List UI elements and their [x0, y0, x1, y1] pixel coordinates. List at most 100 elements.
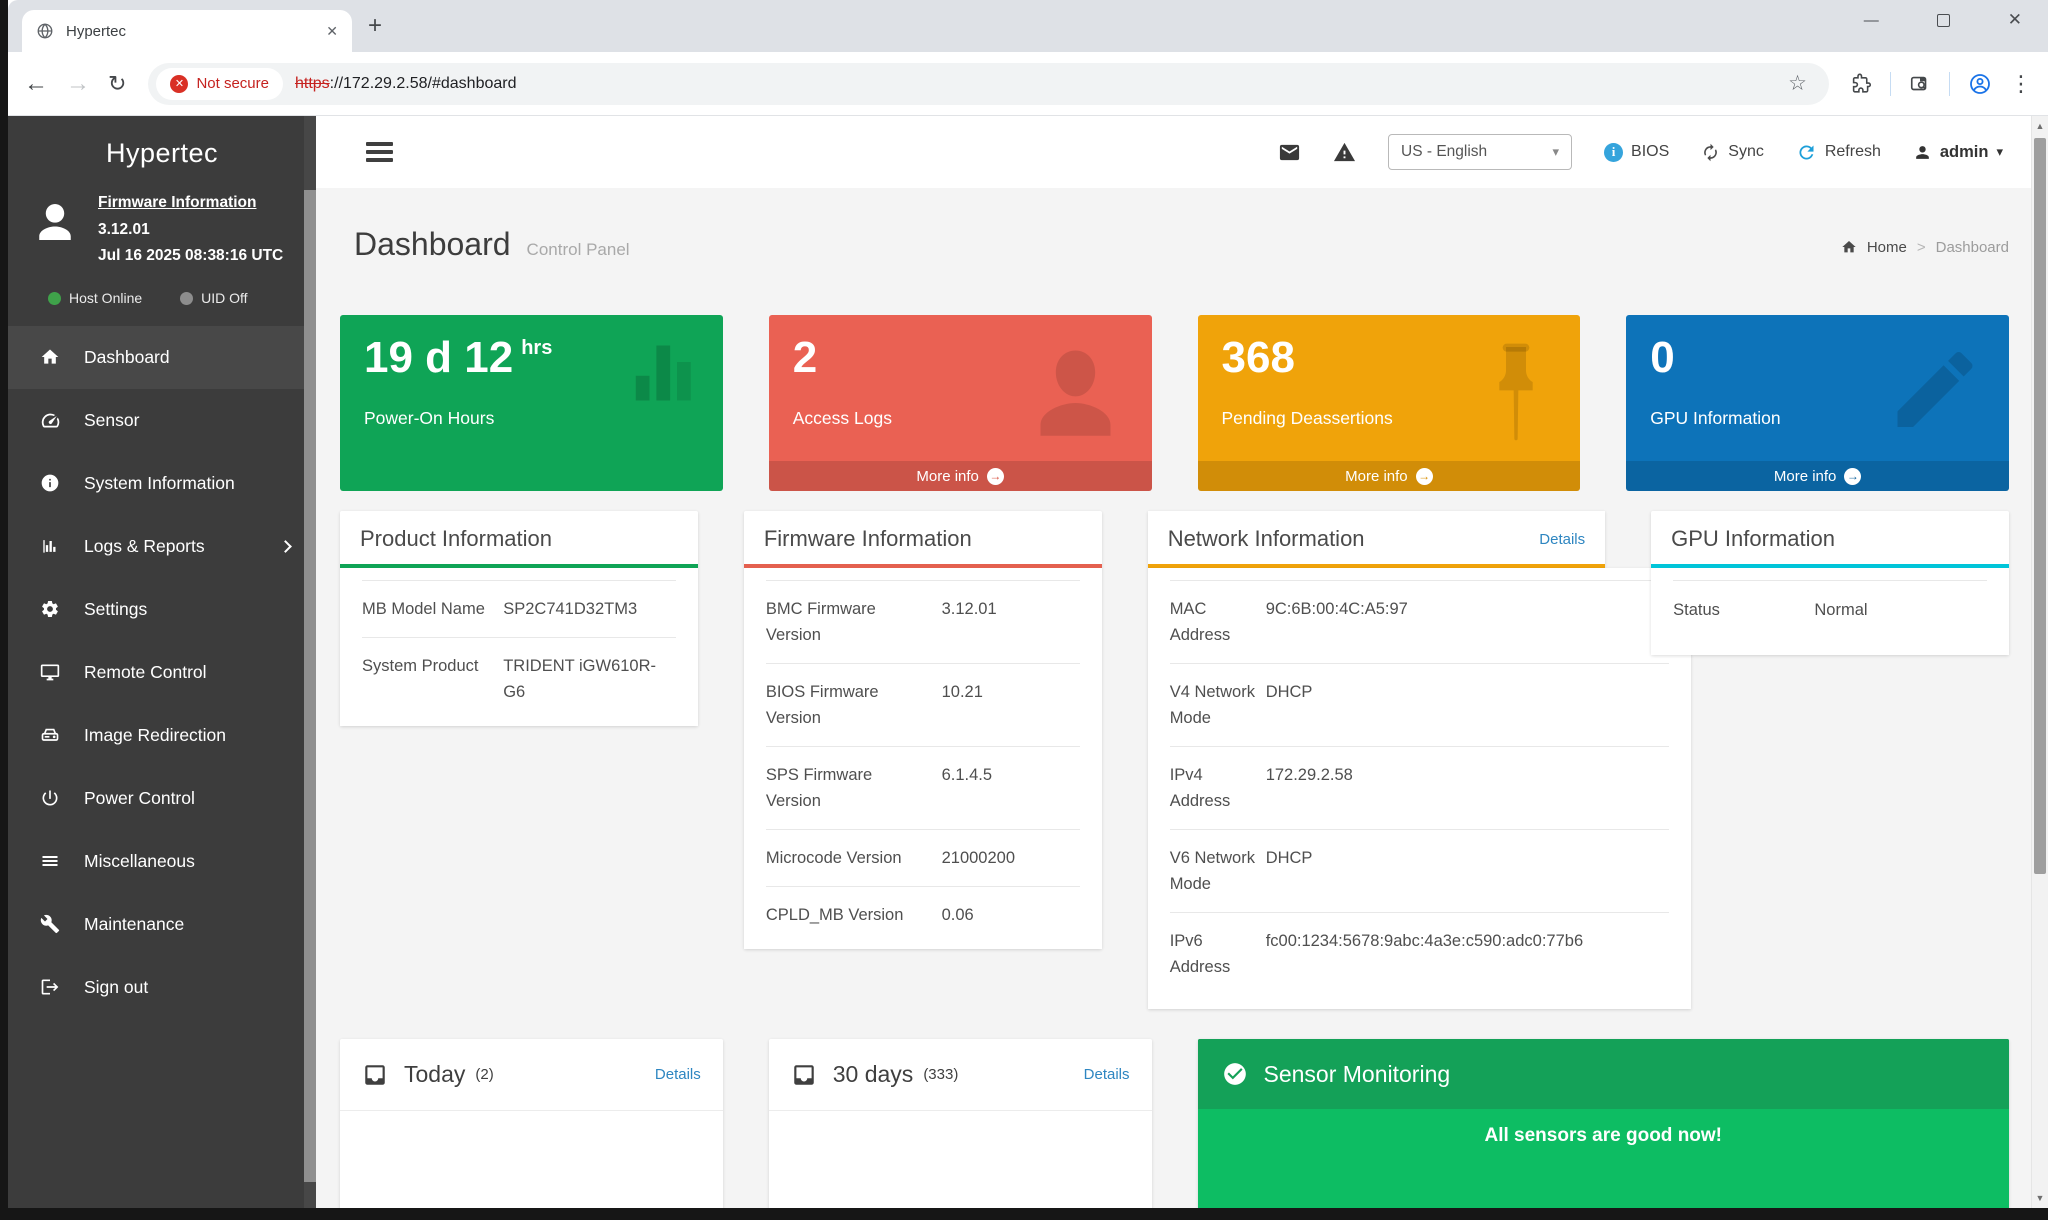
- monitor-icon: [38, 662, 62, 682]
- gpu-more-info[interactable]: More info→: [1626, 461, 2009, 491]
- tab-search-icon[interactable]: [1909, 73, 1931, 95]
- app-topnav: US - English ▾ i BIOS Sync Refresh: [316, 116, 2031, 188]
- bios-info-icon: i: [1604, 143, 1623, 162]
- window-maximize-button[interactable]: [1937, 14, 1950, 27]
- gpu-information-panel: GPU Information StatusNormal: [1651, 511, 2009, 655]
- sidebar-item-image-redirection[interactable]: Image Redirection: [8, 704, 316, 767]
- table-row: V4 Network ModeDHCP: [1170, 664, 1669, 747]
- sidebar-item-sign-out[interactable]: Sign out: [8, 956, 316, 1019]
- not-secure-label: Not secure: [196, 75, 269, 92]
- bar-chart-icon: [38, 536, 62, 556]
- messages-envelope-icon[interactable]: [1278, 141, 1301, 164]
- toolbar-divider: [1890, 72, 1891, 96]
- sensor-monitoring-message: All sensors are good now!: [1198, 1109, 2010, 1147]
- today-title: Today: [404, 1061, 465, 1088]
- bookmark-star-icon[interactable]: ☆: [1788, 71, 1821, 96]
- brand-logo: Hypertec: [8, 116, 316, 169]
- window-minimize-button[interactable]: —: [1864, 12, 1879, 29]
- select-caret-icon: ▾: [1553, 144, 1560, 160]
- firmware-information-panel: Firmware Information BMC Firmware Versio…: [744, 511, 1102, 949]
- table-row: Microcode Version21000200: [766, 830, 1080, 887]
- extensions-icon[interactable]: [1851, 73, 1872, 94]
- not-secure-badge[interactable]: ✕ Not secure: [156, 68, 283, 100]
- uid-off-dot-icon: [180, 292, 193, 305]
- more-info-arrow-icon: →: [987, 468, 1004, 485]
- user-caret-icon: ▾: [1996, 144, 2003, 160]
- sidebar-item-system-information[interactable]: System Information: [8, 452, 316, 515]
- browser-tab[interactable]: Hypertec ✕: [22, 10, 352, 52]
- table-row: StatusNormal: [1673, 581, 1987, 649]
- sidebar-item-maintenance[interactable]: Maintenance: [8, 893, 316, 956]
- forward-button[interactable]: →: [66, 70, 90, 98]
- today-count: (2): [475, 1066, 493, 1083]
- new-tab-button[interactable]: +: [368, 12, 382, 40]
- gauge-icon: [38, 410, 62, 431]
- power-icon: [38, 788, 62, 808]
- bios-button[interactable]: i BIOS: [1604, 143, 1669, 162]
- gear-icon: [38, 599, 62, 619]
- menu-toggle-icon[interactable]: [366, 138, 393, 167]
- sidebar-item-logs-reports[interactable]: Logs & Reports: [8, 515, 316, 578]
- today-events-card: Today (2) Details: [340, 1039, 723, 1208]
- sidebar-scrollbar-thumb[interactable]: [304, 190, 316, 1182]
- back-button[interactable]: ←: [24, 70, 48, 98]
- thirty-days-count: (333): [923, 1066, 958, 1083]
- scrollbar-up-icon[interactable]: ▲: [2032, 121, 2048, 131]
- sidebar-item-dashboard[interactable]: Dashboard: [8, 326, 316, 389]
- network-information-panel: Network Information Details MAC Address9…: [1148, 511, 1605, 1009]
- alerts-warning-icon[interactable]: [1333, 141, 1356, 164]
- info-circle-icon: [38, 473, 62, 493]
- table-row: MAC Address9C:6B:00:4C:A5:97: [1170, 581, 1669, 664]
- thirty-days-events-card: 30 days (333) Details: [769, 1039, 1152, 1208]
- access-logs-more-info[interactable]: More info→: [769, 461, 1152, 491]
- host-status: Host Online: [48, 290, 142, 306]
- table-row: MB Model NameSP2C741D32TM3: [362, 581, 676, 638]
- sidebar-item-settings[interactable]: Settings: [8, 578, 316, 641]
- pending-deassertions-more-info[interactable]: More info→: [1198, 461, 1581, 491]
- thirty-days-details-link[interactable]: Details: [1084, 1066, 1130, 1083]
- breadcrumb-separator: >: [1917, 239, 1926, 256]
- today-details-link[interactable]: Details: [655, 1066, 701, 1083]
- page-scrollbar-thumb[interactable]: [2034, 138, 2046, 874]
- tab-close-icon[interactable]: ✕: [326, 23, 338, 40]
- browser-window: Hypertec ✕ + — ✕ ← → ↻ ✕ Not secure http…: [8, 0, 2048, 1208]
- scrollbar-down-icon[interactable]: ▼: [2032, 1193, 2048, 1203]
- firmware-information-link[interactable]: Firmware Information: [98, 195, 283, 211]
- language-select[interactable]: US - English ▾: [1388, 134, 1572, 170]
- card-pending-deassertions: 368 Pending Deassertions More info→: [1198, 315, 1581, 491]
- sidebar-scrollbar[interactable]: [304, 116, 316, 1208]
- sidebar-item-power-control[interactable]: Power Control: [8, 767, 316, 830]
- browser-tabstrip: Hypertec ✕ + — ✕: [8, 0, 2048, 52]
- sidebar: Hypertec Firmware Information 3.12.01 Ju…: [8, 116, 316, 1208]
- breadcrumb-current: Dashboard: [1936, 239, 2009, 256]
- toolbar-divider: [1949, 72, 1950, 96]
- bar-chart-stat-icon: [633, 337, 699, 409]
- home-icon: [38, 347, 62, 367]
- page-scrollbar[interactable]: ▲ ▼: [2031, 116, 2048, 1208]
- sync-button[interactable]: Sync: [1701, 143, 1764, 162]
- gpu-information-title: GPU Information: [1671, 526, 1835, 552]
- browser-menu-icon[interactable]: ⋮: [2010, 71, 2032, 97]
- window-close-button[interactable]: ✕: [2008, 10, 2022, 30]
- more-info-arrow-icon: →: [1844, 468, 1861, 485]
- table-row: BMC Firmware Version3.12.01: [766, 581, 1080, 664]
- thirty-days-title: 30 days: [833, 1061, 914, 1088]
- network-details-link[interactable]: Details: [1539, 531, 1585, 548]
- user-menu[interactable]: admin ▾: [1913, 143, 2003, 162]
- reload-button[interactable]: ↻: [108, 71, 126, 97]
- power-on-hours-label: Power-On Hours: [364, 408, 699, 429]
- table-row: System ProductTRIDENT iGW610R-G6: [362, 638, 676, 720]
- sidebar-item-sensor[interactable]: Sensor: [8, 389, 316, 452]
- page-content: Dashboard Control Panel Home > Dashboard…: [316, 188, 2031, 1208]
- power-on-hours-value: 19 d 12: [364, 333, 513, 382]
- address-bar[interactable]: ✕ Not secure https://172.29.2.58/#dashbo…: [148, 63, 1829, 105]
- sensor-monitoring-panel: Sensor Monitoring All sensors are good n…: [1198, 1039, 2010, 1208]
- firmware-date: Jul 16 2025 08:38:16 UTC: [98, 248, 283, 264]
- sidebar-item-miscellaneous[interactable]: Miscellaneous: [8, 830, 316, 893]
- breadcrumb-home[interactable]: Home: [1867, 239, 1907, 256]
- profile-icon[interactable]: [1968, 72, 1992, 96]
- url-scheme: https: [295, 75, 330, 92]
- sidebar-item-remote-control[interactable]: Remote Control: [8, 641, 316, 704]
- refresh-button[interactable]: Refresh: [1796, 142, 1881, 163]
- product-information-title: Product Information: [360, 526, 552, 552]
